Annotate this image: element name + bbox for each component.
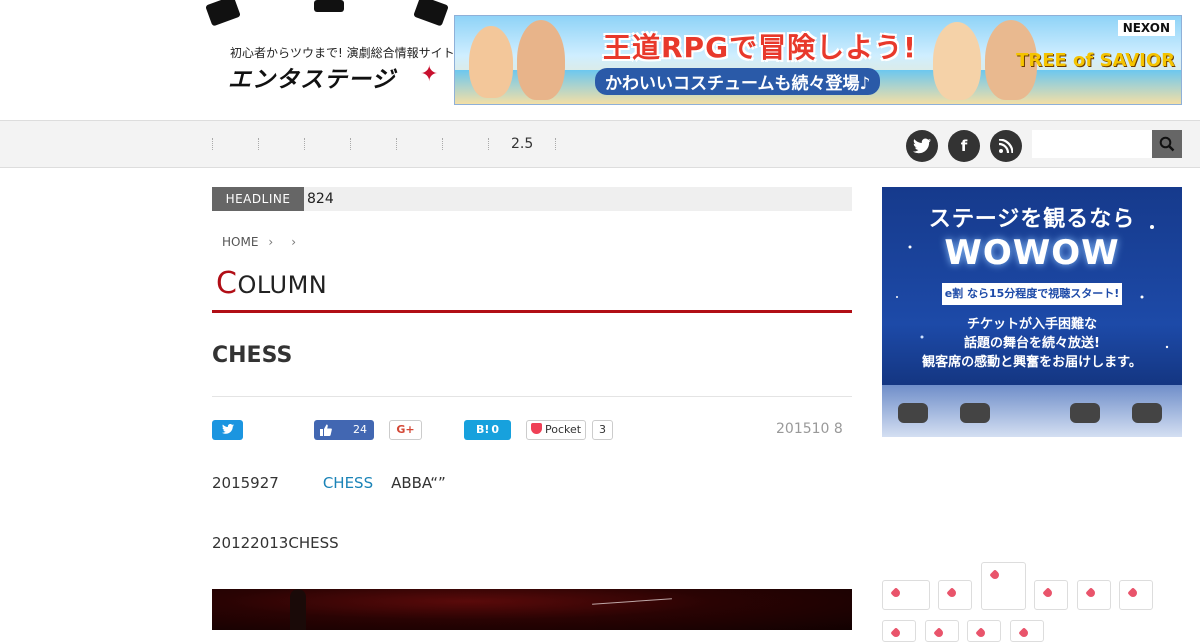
nav-divider — [488, 138, 489, 150]
title-divider — [212, 396, 852, 397]
chess-link[interactable]: CHESS — [323, 474, 373, 492]
tag-icon — [933, 627, 945, 639]
ad-body: チケットが入手困難な 話題の舞台を続々放送! 観客席の感動と興奮をお届けします。 — [882, 315, 1182, 372]
sparkle-icon: ✦ — [420, 62, 439, 87]
article-paragraph: 20122013CHESS — [212, 534, 339, 552]
spotlight-icon — [413, 0, 449, 27]
search-input[interactable] — [1032, 130, 1152, 158]
hatena-count: 0 — [491, 423, 500, 436]
post-date: 201510 8 — [776, 421, 843, 437]
tag-link[interactable] — [882, 580, 930, 610]
banner-character — [517, 20, 565, 100]
spotlight-icon — [314, 0, 344, 12]
tag-icon — [946, 587, 958, 599]
banner-character — [933, 22, 981, 100]
ad-brand: WOWOW — [944, 233, 1120, 273]
google-plus-button[interactable]: G+ — [389, 420, 422, 440]
ad-pill: e割 なら15分程度で視聴スタート! — [942, 283, 1122, 305]
tag-icon — [989, 569, 1001, 581]
article-paragraph: 2015927 CHESS ABBA“” — [212, 474, 446, 492]
thumbs-up-icon — [320, 424, 332, 436]
tag-link[interactable] — [925, 620, 959, 642]
pocket-count: 3 — [592, 420, 613, 440]
ad-line-1: ステージを観るなら — [928, 207, 1136, 232]
nav-divider — [258, 138, 259, 150]
breadcrumb-home[interactable]: HOME — [222, 235, 258, 249]
twitter-icon[interactable] — [906, 130, 938, 162]
hatena-bookmark-button[interactable]: B! 0 — [464, 420, 511, 440]
tag-icon — [1018, 627, 1030, 639]
pocket-icon — [531, 423, 542, 434]
site-logo[interactable]: 初心者からツウまで! 演劇総合情報サイト エンタステージ ✦ — [205, 0, 455, 110]
pocket-button[interactable]: Pocket — [526, 420, 586, 440]
rss-icon[interactable] — [990, 130, 1022, 162]
spotlight-icon — [205, 0, 241, 27]
tag-icon — [975, 627, 987, 639]
tag-icon — [890, 627, 902, 639]
spotlight-icon — [1132, 403, 1162, 423]
logo-name: エンタステージ — [228, 67, 396, 93]
ad-body-line: チケットが入手困難な — [966, 317, 1097, 332]
nav-divider — [555, 138, 556, 150]
paragraph-text: ABBA“” — [391, 474, 446, 492]
banner-subline: かわいいコスチュームも続々登場♪ — [595, 68, 881, 95]
spotlight-icon — [898, 403, 928, 423]
tag-link[interactable] — [967, 620, 1001, 642]
logo-tagline: 初心者からツウまで! 演劇総合情報サイト — [230, 46, 455, 60]
banner-headline: 王道RPGで冒険しよう! — [603, 31, 917, 64]
headline-ticker: HEADLINE 824 — [212, 187, 852, 211]
tag-link[interactable] — [882, 620, 916, 642]
article-image — [212, 589, 852, 630]
wowow-ad-banner[interactable]: ステージを観るなら WOWOW e割 なら15分程度で視聴スタート! チケットが… — [882, 187, 1182, 437]
spotlight-icon — [960, 403, 990, 423]
headline-label: HEADLINE — [212, 187, 304, 211]
nav-divider — [304, 138, 305, 150]
chevron-right-icon: › — [291, 235, 297, 249]
tag-link[interactable] — [1119, 580, 1153, 610]
breadcrumb: HOME › › — [222, 232, 304, 252]
ad-body-line: 観客席の感動と興奮をお届けします。 — [922, 355, 1142, 370]
main-nav: 2.5 f — [0, 120, 1200, 168]
tag-icon — [1042, 587, 1054, 599]
section-title-initial: C — [216, 266, 238, 301]
headline-text[interactable]: 824 — [307, 187, 334, 211]
banner-character — [469, 26, 513, 98]
nav-item-2-5[interactable]: 2.5 — [511, 121, 533, 167]
twitter-share-button[interactable] — [212, 420, 243, 440]
section-title-rest: OLUMN — [237, 271, 328, 299]
nav-divider — [350, 138, 351, 150]
chevron-right-icon: › — [268, 235, 274, 249]
tag-link[interactable] — [981, 562, 1026, 610]
search-icon — [1159, 136, 1175, 152]
pocket-label: Pocket — [545, 423, 582, 436]
performer-silhouette — [290, 589, 306, 630]
tag-link[interactable] — [1010, 620, 1044, 642]
section-divider — [212, 310, 852, 313]
facebook-icon[interactable]: f — [948, 130, 980, 162]
like-count: 24 — [353, 423, 367, 436]
light-streak — [592, 598, 672, 605]
section-title: COLUMN — [216, 266, 327, 301]
nav-divider — [442, 138, 443, 150]
ad-body-line: 話題の舞台を続々放送! — [964, 336, 1100, 351]
tag-icon — [1085, 587, 1097, 599]
tag-link[interactable] — [1034, 580, 1068, 610]
banner-game-logo: TREE of SAVIOR — [1016, 50, 1175, 71]
tag-icon — [1127, 587, 1139, 599]
banner-brand: NEXON — [1117, 20, 1175, 36]
facebook-like-button[interactable]: 24 — [314, 420, 374, 440]
search-button[interactable] — [1152, 130, 1182, 158]
article-title: CHESS — [212, 343, 293, 368]
header-ad-banner[interactable]: 王道RPGで冒険しよう! かわいいコスチュームも続々登場♪ NEXON TREE… — [454, 15, 1182, 105]
tag-icon — [890, 587, 902, 599]
tag-link[interactable] — [938, 580, 972, 610]
tag-link[interactable] — [1077, 580, 1111, 610]
nav-divider — [396, 138, 397, 150]
nav-divider — [212, 138, 213, 150]
hatena-icon: B! — [475, 423, 490, 436]
twitter-icon — [221, 424, 234, 434]
spotlight-icon — [1070, 403, 1100, 423]
paragraph-text: 2015927 — [212, 474, 279, 492]
